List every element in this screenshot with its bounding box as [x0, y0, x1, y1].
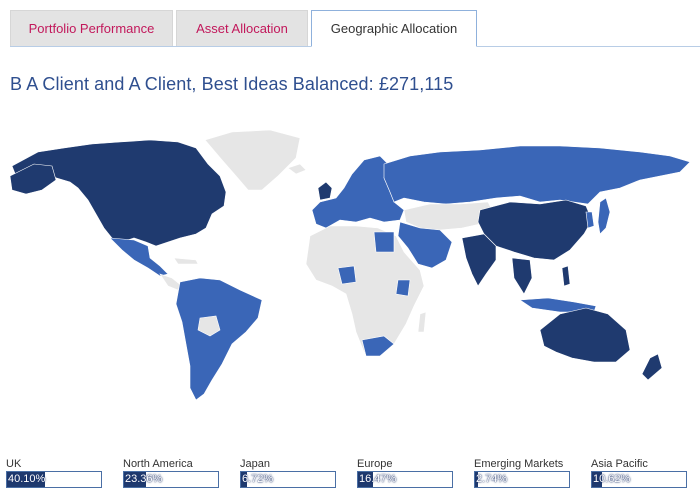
- legend-item-north-america: North America 23.36%: [123, 457, 241, 488]
- legend-label: Japan: [240, 458, 270, 470]
- tab-asset-allocation[interactable]: Asset Allocation: [176, 10, 308, 46]
- legend-item-asia-pacific: Asia Pacific 10.62%: [591, 457, 700, 488]
- legend-item-uk: UK 40.10%: [6, 457, 124, 488]
- uk-region: [317, 181, 333, 201]
- australia-region: [539, 307, 631, 363]
- allocation-value: 10.62%: [593, 473, 631, 485]
- legend-label: Europe: [357, 458, 393, 470]
- map-land: [9, 129, 691, 401]
- legend-label: UK: [6, 458, 22, 470]
- legend-label: North America: [123, 458, 193, 470]
- allocation-bar: 40.10%: [6, 471, 102, 488]
- legend-label: Emerging Markets: [474, 458, 564, 470]
- north-america-region: [11, 139, 227, 247]
- new-zealand-region: [641, 353, 663, 381]
- allocation-value: 6.72%: [242, 473, 274, 485]
- tab-label: Portfolio Performance: [28, 21, 155, 36]
- allocation-value: 40.10%: [8, 473, 46, 485]
- legend-item-emerging-markets: Emerging Markets 2.74%: [474, 457, 592, 488]
- legend: UK 40.10% North America 23.36% Japan 6.7…: [0, 457, 700, 493]
- iceland-region: [287, 163, 307, 175]
- legend-item-europe: Europe 16.47%: [357, 457, 475, 488]
- philippines-region: [561, 265, 571, 287]
- tab-geographic-allocation[interactable]: Geographic Allocation: [311, 10, 477, 47]
- tab-bar: Portfolio Performance Asset Allocation G…: [10, 10, 700, 47]
- legend-label: Asia Pacific: [591, 458, 648, 470]
- tab-portfolio-performance[interactable]: Portfolio Performance: [10, 10, 173, 46]
- allocation-bar: 23.36%: [123, 471, 219, 488]
- allocation-bar: 16.47%: [357, 471, 453, 488]
- page-title: B A Client and A Client, Best Ideas Bala…: [10, 74, 454, 94]
- tab-label: Asset Allocation: [196, 21, 288, 36]
- tab-label: Geographic Allocation: [330, 21, 458, 36]
- allocation-value: 16.47%: [359, 473, 397, 485]
- legend-item-japan: Japan 6.72%: [240, 457, 358, 488]
- allocation-value: 2.74%: [476, 473, 508, 485]
- egypt-region: [373, 231, 395, 253]
- russia-region: [383, 145, 691, 205]
- allocation-bar: 2.74%: [474, 471, 570, 488]
- kenya-region: [395, 279, 411, 297]
- japan-region: [597, 197, 611, 235]
- south-america-region: [175, 277, 263, 401]
- southeast-asia-region: [511, 257, 533, 295]
- allocation-value: 23.36%: [125, 473, 163, 485]
- caribbean-region: [173, 257, 199, 265]
- allocation-bar: 10.62%: [591, 471, 687, 488]
- india-region: [461, 233, 497, 287]
- world-map: [9, 129, 691, 401]
- madagascar-region: [417, 311, 427, 333]
- allocation-bar: 6.72%: [240, 471, 336, 488]
